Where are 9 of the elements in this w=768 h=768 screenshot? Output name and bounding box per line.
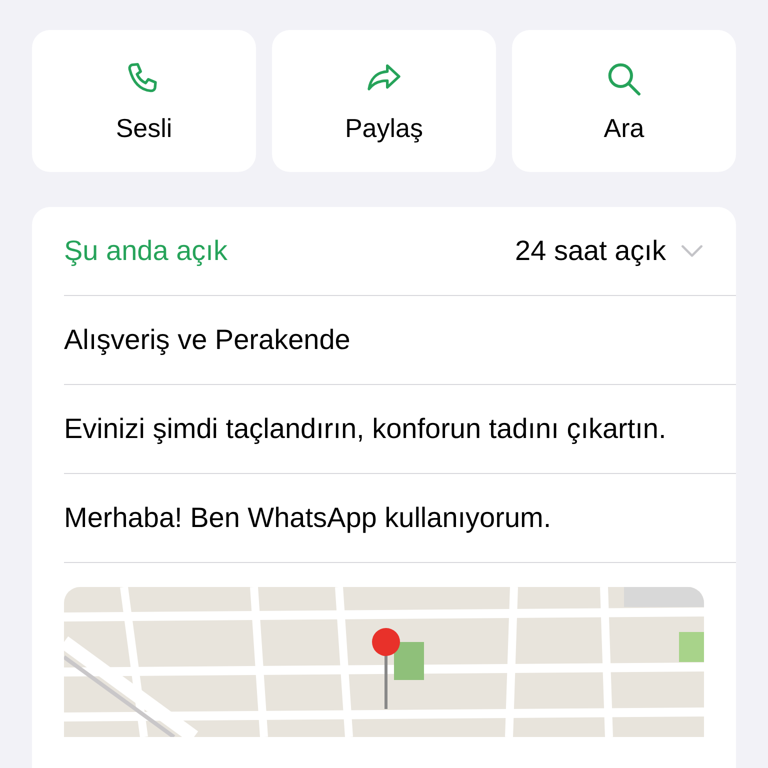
detail-text: Merhaba! Ben WhatsApp kullanıyorum. bbox=[64, 502, 552, 533]
open-status: Şu anda açık bbox=[64, 234, 228, 268]
detail-text: Alışveriş ve Perakende bbox=[64, 324, 350, 355]
action-button[interactable]: Paylaş bbox=[272, 30, 496, 172]
chevron-icon[interactable] bbox=[680, 244, 704, 258]
action-button[interactable]: Sesli bbox=[32, 30, 256, 172]
hours-summary[interactable]: 24 saat açık bbox=[515, 230, 666, 272]
detail-text: Evinizi şimdi taçlandırın, konforun tadını çıkartın. bbox=[64, 413, 666, 444]
action-button[interactable]: Ara bbox=[512, 30, 736, 172]
